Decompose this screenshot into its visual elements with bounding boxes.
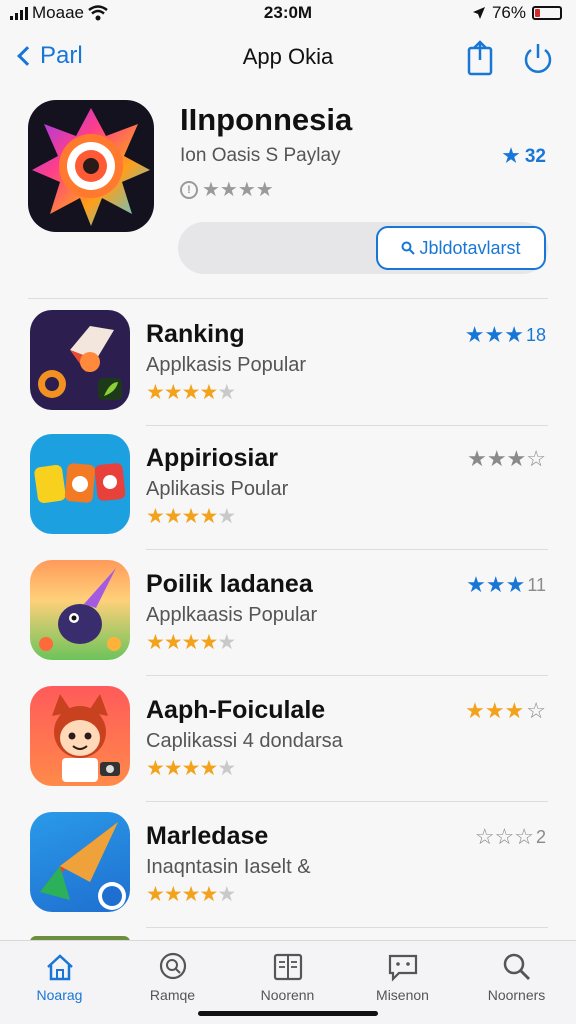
featured-app-icon[interactable] xyxy=(28,100,154,232)
list-item[interactable]: Aaph-Foiculale Caplikassi 4 dondarsa ★★★… xyxy=(0,676,576,802)
app-rating: ★★★ 18 xyxy=(465,322,546,348)
app-name: Ranking xyxy=(146,320,245,348)
tab-home[interactable]: Noarag xyxy=(2,947,117,1003)
tab-bar: Noarag Ramqe Noorenn Misenon Noorners xyxy=(0,940,576,1024)
featured-app-title: IInponnesia xyxy=(180,102,353,137)
status-right: 76% xyxy=(472,3,562,23)
star-icon: ★ xyxy=(502,146,520,167)
share-icon[interactable] xyxy=(466,40,494,76)
chat-icon xyxy=(388,954,417,982)
star-rating: ★★★★ xyxy=(202,179,274,201)
app-subtitle: Aplikasis Poular xyxy=(146,478,289,500)
featured-rating: ★ 32 xyxy=(503,145,546,168)
status-bar: Moaae 23:0M 76% xyxy=(0,0,576,28)
featured-app-subtitle: Ion Oasis S Paylay xyxy=(180,145,341,166)
app-rating: ☆☆☆ 2 xyxy=(475,824,546,850)
star-icon: ★★★ xyxy=(466,572,526,597)
featured-button-label: Jbldotavlarst xyxy=(419,237,521,258)
battery-icon xyxy=(532,6,562,20)
app-icon xyxy=(30,686,130,786)
app-name: Aaph-Foiculale xyxy=(146,696,326,724)
nav-bar: Parl App Okia xyxy=(0,36,576,82)
home-icon xyxy=(46,954,73,981)
search-icon xyxy=(503,953,530,980)
app-subtitle: Applkaasis Popular xyxy=(146,604,318,626)
app-name: Appiriosiar xyxy=(146,444,278,472)
star-rating: ★★★★★ xyxy=(146,631,236,654)
app-rating-count: 11 xyxy=(527,574,546,595)
battery-label: 76% xyxy=(491,3,526,22)
app-name: Poilik ladanea xyxy=(146,570,313,598)
list-item[interactable]: Appiriosiar Aplikasis Poular ★★★★★ ★★★☆ xyxy=(0,424,576,550)
app-subtitle: Applkasis Popular xyxy=(146,354,307,376)
star-rating: ★★★★★ xyxy=(146,757,236,780)
app-subtitle: Inaqntasin Iaselt & xyxy=(146,856,311,878)
list-item[interactable]: Ranking Applkasis Popular ★★★★★ ★★★ 18 xyxy=(0,300,576,426)
location-icon xyxy=(472,7,485,19)
app-rating: ★★★ 11 xyxy=(466,572,546,598)
info-icon: ! xyxy=(180,180,198,199)
star-rating: ★★★★★ xyxy=(146,883,236,906)
app-icon xyxy=(30,560,130,660)
app-icon xyxy=(30,310,130,410)
search-icon xyxy=(401,241,416,255)
tab-chat[interactable]: Misenon xyxy=(345,947,460,1003)
tab-label: Noarag xyxy=(36,987,83,1003)
list-item[interactable]: Marledase Inaqntasin Iaselt & ★★★★★ ☆☆☆ … xyxy=(0,802,576,928)
divider xyxy=(28,298,548,299)
tab-search[interactable]: Noorners xyxy=(459,947,574,1003)
tab-label: Noorenn xyxy=(260,987,315,1003)
tab-label: Noorners xyxy=(487,987,546,1003)
app-rating: ★★★☆ xyxy=(467,446,546,472)
featured-get-button[interactable]: Jbldotavlarst xyxy=(376,226,546,270)
star-icon: ★★★ xyxy=(465,698,525,723)
app-rating: ★★★☆ xyxy=(465,698,546,723)
star-rating: ★★★★★ xyxy=(146,381,236,404)
featured-rating-value: 32 xyxy=(524,146,546,167)
star-icon: ★★★☆ xyxy=(467,446,546,471)
app-rating-count: 18 xyxy=(525,324,546,345)
divider xyxy=(146,927,548,928)
star-rating: ★★★★★ xyxy=(146,505,236,528)
list-item[interactable]: Poilik ladanea Applkaasis Popular ★★★★★ … xyxy=(0,550,576,676)
app-rating-count: 2 xyxy=(535,826,546,847)
book-icon xyxy=(273,953,302,981)
power-icon[interactable] xyxy=(522,40,554,76)
home-indicator xyxy=(198,1011,378,1016)
tab-search-circle[interactable]: Ramqe xyxy=(115,947,230,1003)
tab-book[interactable]: Noorenn xyxy=(230,947,345,1003)
tab-label: Ramqe xyxy=(149,987,196,1003)
star-icon: ★★★ xyxy=(464,322,524,347)
app-icon xyxy=(30,434,130,534)
tab-label: Misenon xyxy=(376,987,429,1003)
star-icon: ☆☆☆ xyxy=(474,824,534,849)
app-icon xyxy=(30,812,130,912)
app-subtitle: Caplikassi 4 dondarsa xyxy=(146,730,343,752)
search-circle-icon xyxy=(159,952,186,980)
featured-stars: ! ★★★★ xyxy=(180,177,274,202)
app-name: Marledase xyxy=(146,822,269,850)
